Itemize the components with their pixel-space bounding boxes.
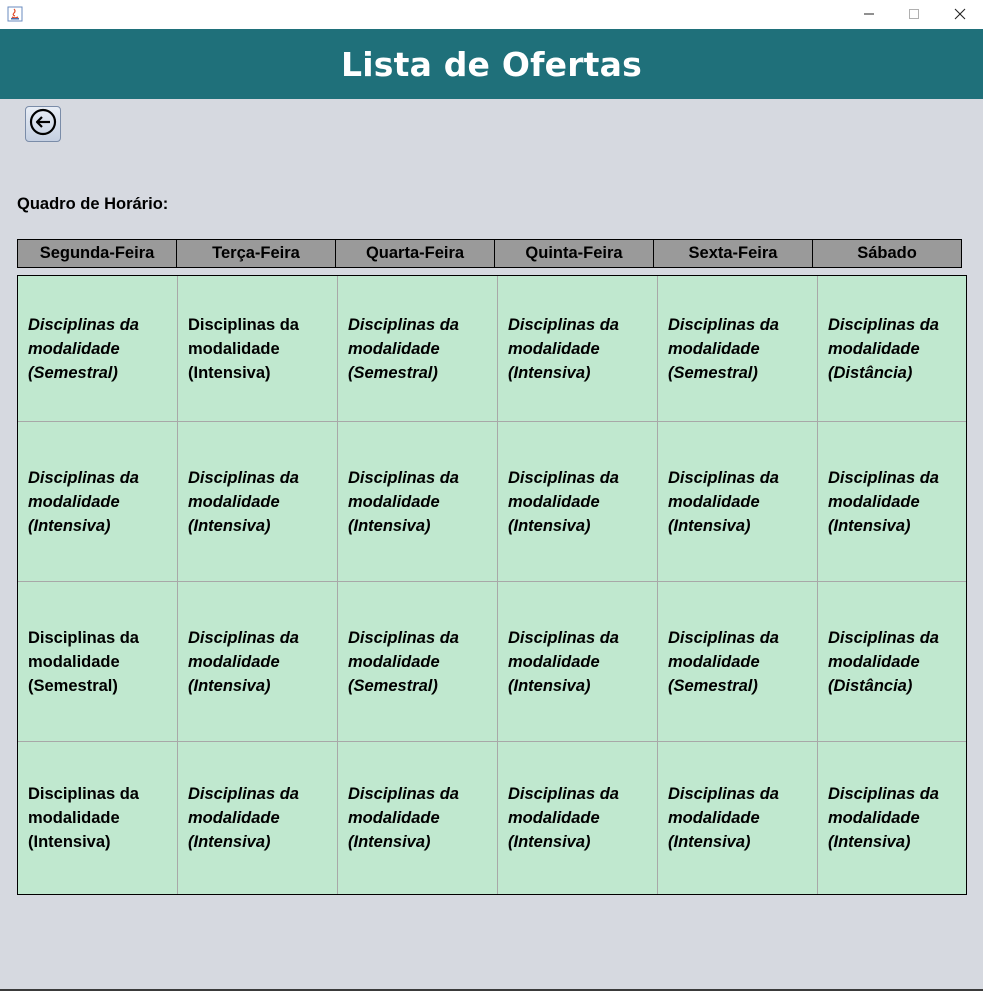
schedule-cell: Disciplinas da modalidade (Intensiva) [178, 742, 338, 894]
schedule-cell-text: Disciplinas da modalidade (Intensiva) [348, 468, 459, 535]
schedule-cell-text: Disciplinas da modalidade (Semestral) [348, 315, 459, 382]
close-button[interactable] [937, 0, 983, 29]
back-button[interactable] [25, 106, 61, 142]
schedule-cell: Disciplinas da modalidade (Intensiva) [338, 422, 498, 582]
java-icon [7, 6, 23, 22]
schedule-cell: Disciplinas da modalidade (Intensiva) [498, 422, 658, 582]
page-header: Lista de Ofertas [0, 29, 983, 99]
day-header-monday: Segunda-Feira [17, 239, 177, 268]
schedule-cell: Disciplinas da modalidade (Semestral) [658, 582, 818, 742]
minimize-icon [863, 5, 875, 24]
page-title: Lista de Ofertas [341, 44, 642, 84]
schedule-cell-text: Disciplinas da modalidade (Intensiva) [188, 315, 299, 382]
schedule-cell-text: Disciplinas da modalidade (Intensiva) [188, 785, 299, 851]
schedule-cell: Disciplinas da modalidade (Intensiva) [178, 582, 338, 742]
schedule-cell: Disciplinas da modalidade (Semestral) [18, 276, 178, 422]
schedule-cell-text: Disciplinas da modalidade (Intensiva) [188, 628, 299, 695]
schedule-cell: Disciplinas da modalidade (Distância) [818, 582, 966, 742]
schedule-cell-text: Disciplinas da modalidade (Semestral) [28, 628, 139, 695]
window-titlebar [0, 0, 983, 29]
schedule-cell: Disciplinas da modalidade (Intensiva) [18, 742, 178, 894]
day-header-friday: Sexta-Feira [653, 239, 813, 268]
schedule-cell: Disciplinas da modalidade (Semestral) [658, 276, 818, 422]
schedule-cell: Disciplinas da modalidade (Semestral) [18, 582, 178, 742]
schedule-cell-text: Disciplinas da modalidade (Distância) [828, 315, 939, 382]
schedule-cell-text: Disciplinas da modalidade (Intensiva) [508, 315, 619, 382]
schedule-cell-text: Disciplinas da modalidade (Intensiva) [508, 628, 619, 695]
schedule-cell-text: Disciplinas da modalidade (Distância) [828, 628, 939, 695]
schedule-cell-text: Disciplinas da modalidade (Semestral) [28, 315, 139, 382]
schedule-cell: Disciplinas da modalidade (Intensiva) [818, 422, 966, 582]
schedule-cell: Disciplinas da modalidade (Intensiva) [498, 742, 658, 894]
close-icon [954, 5, 966, 24]
schedule-cell-text: Disciplinas da modalidade (Semestral) [668, 315, 779, 382]
schedule-cell: Disciplinas da modalidade (Intensiva) [178, 276, 338, 422]
schedule-cell: Disciplinas da modalidade (Intensiva) [498, 582, 658, 742]
schedule-cell-text: Disciplinas da modalidade (Intensiva) [828, 468, 939, 535]
schedule-cell: Disciplinas da modalidade (Semestral) [338, 582, 498, 742]
minimize-button[interactable] [846, 0, 892, 29]
schedule-cell-text: Disciplinas da modalidade (Semestral) [348, 628, 459, 695]
maximize-icon [908, 5, 920, 24]
schedule-cell: Disciplinas da modalidade (Semestral) [338, 276, 498, 422]
day-header-saturday: Sábado [812, 239, 962, 268]
maximize-button[interactable] [891, 0, 937, 29]
schedule-cell-text: Disciplinas da modalidade (Intensiva) [348, 785, 459, 851]
schedule-label: Quadro de Horário: [17, 195, 169, 213]
day-header-thursday: Quinta-Feira [494, 239, 654, 268]
schedule-cell-text: Disciplinas da modalidade (Intensiva) [828, 785, 939, 851]
schedule-cell-text: Disciplinas da modalidade (Intensiva) [28, 785, 139, 851]
schedule-cell-text: Disciplinas da modalidade (Semestral) [668, 628, 779, 695]
schedule-cell-text: Disciplinas da modalidade (Intensiva) [188, 468, 299, 535]
schedule-cell: Disciplinas da modalidade (Intensiva) [658, 422, 818, 582]
schedule-cell: Disciplinas da modalidade (Intensiva) [498, 276, 658, 422]
schedule-cell-text: Disciplinas da modalidade (Intensiva) [508, 785, 619, 851]
schedule-grid: Disciplinas da modalidade (Semestral) Dis… [17, 275, 967, 895]
schedule-cell: Disciplinas da modalidade (Distância) [818, 276, 966, 422]
schedule-cell: Disciplinas da modalidade (Intensiva) [658, 742, 818, 894]
schedule-cell-text: Disciplinas da modalidade (Intensiva) [508, 468, 619, 535]
day-header-wednesday: Quarta-Feira [335, 239, 495, 268]
day-header-tuesday: Terça-Feira [176, 239, 336, 268]
schedule-cell: Disciplinas da modalidade (Intensiva) [338, 742, 498, 894]
schedule-header-row: Segunda-Feira Terça-Feira Quarta-Feira Q… [17, 239, 967, 268]
schedule-cell: Disciplinas da modalidade (Intensiva) [818, 742, 966, 894]
arrow-left-circle-icon [28, 107, 58, 142]
schedule-cell-text: Disciplinas da modalidade (Intensiva) [668, 785, 779, 851]
schedule-cell-text: Disciplinas da modalidade (Intensiva) [28, 468, 139, 535]
schedule-cell: Disciplinas da modalidade (Intensiva) [178, 422, 338, 582]
schedule-cell: Disciplinas da modalidade (Intensiva) [18, 422, 178, 582]
schedule-cell-text: Disciplinas da modalidade (Intensiva) [668, 468, 779, 535]
